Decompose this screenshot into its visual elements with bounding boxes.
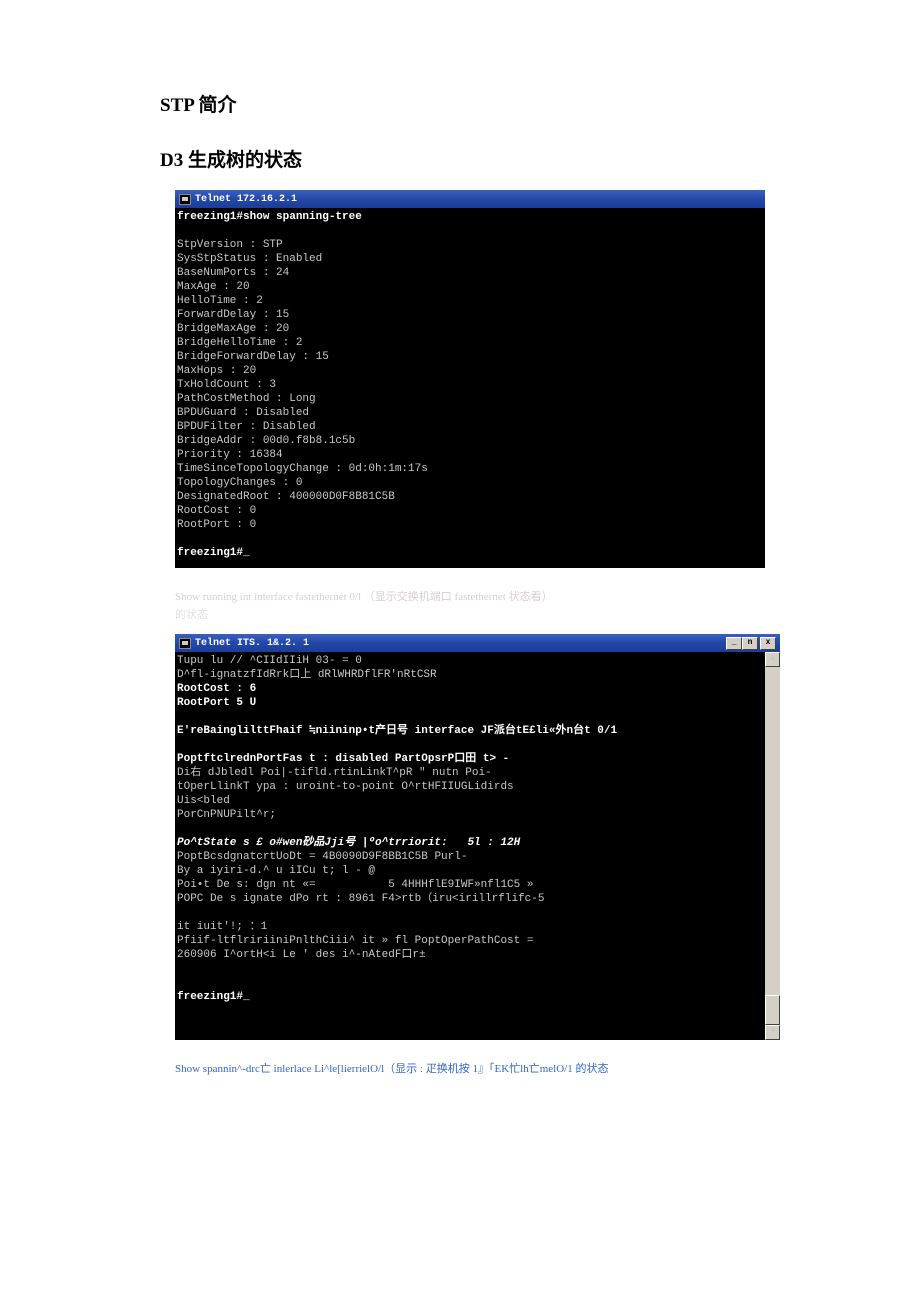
t1-line-16: TimeSinceTopologyChange : 0d:0h:1m:17s bbox=[177, 463, 428, 475]
t2-line-17: POPC De s ignate dPo rt : 8961 F4>rtb（ir… bbox=[177, 893, 544, 905]
t1-line-3: MaxAge : 20 bbox=[177, 281, 250, 293]
terminal-prompt-2: freezing1#_ bbox=[177, 547, 250, 559]
terminal-icon bbox=[179, 194, 191, 205]
close-button[interactable]: x bbox=[760, 637, 776, 650]
t1-line-6: BridgeMaxAge : 20 bbox=[177, 323, 289, 335]
maximize-button[interactable]: n bbox=[742, 637, 758, 650]
t1-line-0: StpVersion : STP bbox=[177, 239, 283, 251]
terminal-title-2: Telnet ITS. 1&.2. 1 bbox=[195, 638, 309, 649]
terminal-titlebar-1: Telnet 172.16.2.1 bbox=[175, 190, 765, 208]
scroll-down-button[interactable]: ▼ bbox=[765, 1025, 780, 1040]
caption-faded-2: 的状态 bbox=[175, 606, 760, 622]
t2-line-20: Pfiif-ltflririiniPnlthCiii^ it » fl Popt… bbox=[177, 935, 533, 947]
section-title-d3: D3 生成树的状态 bbox=[160, 145, 760, 172]
t1-line-19: RootCost : 0 bbox=[177, 505, 256, 517]
t2-line-21: 260906 I^ortH<i Le ' des i^-nAtedF口r± bbox=[177, 949, 426, 961]
t2-line-16: Poi•t De s: dgn nt «= 5 4HHHflE9IWF»nfl1… bbox=[177, 879, 533, 891]
t1-line-13: BPDUFilter : Disabled bbox=[177, 421, 316, 433]
t1-line-2: BaseNumPorts : 24 bbox=[177, 267, 289, 279]
t2-line-2: RootCost : 6 bbox=[177, 683, 256, 695]
t2-line-13: Po^tState s £ o#wen砂品Jji号 |ºo^trriorit: … bbox=[177, 837, 520, 849]
t1-line-11: PathCostMethod : Long bbox=[177, 393, 316, 405]
t1-line-15: Priority : 16384 bbox=[177, 449, 283, 461]
t1-line-5: ForwardDelay : 15 bbox=[177, 309, 289, 321]
t2-line-7: PoptftclrednPortFas t : disabled PartOps… bbox=[177, 753, 509, 765]
minimize-button[interactable]: _ bbox=[726, 637, 742, 650]
section-title-stp: STP 简介 bbox=[160, 90, 760, 117]
t2-line-0: Tupu lu // ^CIIdIIiH 03- = 0 bbox=[177, 655, 362, 667]
terminal2-prompt: freezing1#_ bbox=[177, 991, 250, 1003]
t1-line-20: RootPort : 0 bbox=[177, 519, 256, 531]
terminal-prompt-1: freezing1#show spanning-tree bbox=[177, 211, 362, 223]
t2-line-1: D^fl-ignatzfIdRrk口上 dRlWHRDflFR'nRtCSR bbox=[177, 669, 437, 681]
t2-line-10: Uis<bled bbox=[177, 795, 230, 807]
t2-line-14: PoptBcsdgnatcrtUoDt = 4B0090D9F8BB1C5B P… bbox=[177, 851, 467, 863]
t1-line-12: BPDUGuard : Disabled bbox=[177, 407, 309, 419]
t2-line-15: By a iyiri-d.^ u iICu t; l - @ bbox=[177, 865, 375, 877]
scrollbar[interactable]: ▲ ▼ bbox=[765, 652, 780, 1040]
t1-line-8: BridgeForwardDelay : 15 bbox=[177, 351, 329, 363]
caption-bottom: Show spannin^-drc亡 inlerlace Li^le[lierr… bbox=[175, 1060, 760, 1076]
t1-line-10: TxHoldCount : 3 bbox=[177, 379, 276, 391]
t1-line-18: DesignatedRoot : 400000D0F8B81C5B bbox=[177, 491, 395, 503]
t1-line-17: TopologyChanges : 0 bbox=[177, 477, 302, 489]
window-controls: _n x bbox=[726, 637, 776, 650]
t2-line-11: PorCnPNUPilt^r; bbox=[177, 809, 276, 821]
t2-line-9: tOperLlinkT ypa : uroint-to-point O^rtHF… bbox=[177, 781, 514, 793]
t1-line-1: SysStpStatus : Enabled bbox=[177, 253, 322, 265]
terminal-titlebar-2: Telnet ITS. 1&.2. 1 _n x bbox=[175, 634, 780, 652]
t2-line-19: it iuit'!; ：1 bbox=[177, 921, 267, 933]
scrollbar-thumb[interactable] bbox=[765, 995, 780, 1025]
terminal-window-1: Telnet 172.16.2.1 freezing1#show spannin… bbox=[175, 190, 765, 568]
caption-faded-1: Show running int interface fastethernet … bbox=[175, 588, 760, 604]
terminal-title-1: Telnet 172.16.2.1 bbox=[195, 194, 297, 205]
terminal-body-1: freezing1#show spanning-tree StpVersion … bbox=[175, 208, 765, 568]
t2-line-3: RootPort 5 U bbox=[177, 697, 256, 709]
t1-line-4: HelloTime : 2 bbox=[177, 295, 263, 307]
t1-line-14: BridgeAddr : 00d0.f8b8.1c5b bbox=[177, 435, 355, 447]
t2-line-5: E'reBainglilttFhaif ≒niininp•t产日号 interf… bbox=[177, 725, 617, 737]
terminal-icon bbox=[179, 638, 191, 649]
scrollbar-track[interactable] bbox=[765, 667, 780, 1025]
terminal-body-2: Tupu lu // ^CIIdIIiH 03- = 0 D^fl-ignatz… bbox=[175, 652, 780, 1040]
t1-line-9: MaxHops : 20 bbox=[177, 365, 256, 377]
terminal-window-2: Telnet ITS. 1&.2. 1 _n x Tupu lu // ^CII… bbox=[175, 634, 780, 1040]
scroll-up-button[interactable]: ▲ bbox=[765, 652, 780, 667]
t2-line-8: Di右 dJbledl Poi|-tifld.rtinLinkT^pR " nu… bbox=[177, 767, 492, 779]
t1-line-7: BridgeHelloTime : 2 bbox=[177, 337, 302, 349]
